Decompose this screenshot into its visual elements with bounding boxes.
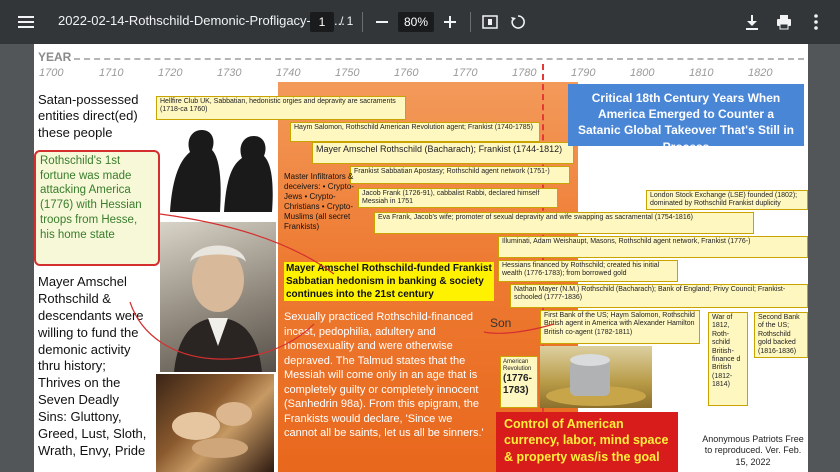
more-vert-icon[interactable] (802, 8, 830, 36)
download-icon[interactable] (738, 8, 766, 36)
connector-arrows (129, 213, 555, 360)
toolbar-divider (362, 12, 363, 32)
document-title: 2022-02-14-Rothschild-Demonic-Profligacy… (58, 13, 345, 28)
plus-icon[interactable] (436, 8, 464, 36)
fit-page-icon[interactable] (476, 8, 504, 36)
pdf-toolbar: 2022-02-14-Rothschild-Demonic-Profligacy… (0, 0, 840, 44)
print-icon[interactable] (770, 8, 798, 36)
zoom-level-input[interactable]: 80% (398, 12, 434, 32)
rotate-icon[interactable] (504, 8, 532, 36)
hamburger-menu-icon[interactable] (12, 8, 40, 36)
toolbar-divider (470, 12, 471, 32)
pdf-page: YEAR 1700 1710 1720 1730 1740 1750 1760 … (34, 44, 808, 472)
page-number-input[interactable]: 1 (310, 12, 334, 32)
minus-icon[interactable] (368, 8, 396, 36)
page-count: / 1 (340, 14, 354, 28)
